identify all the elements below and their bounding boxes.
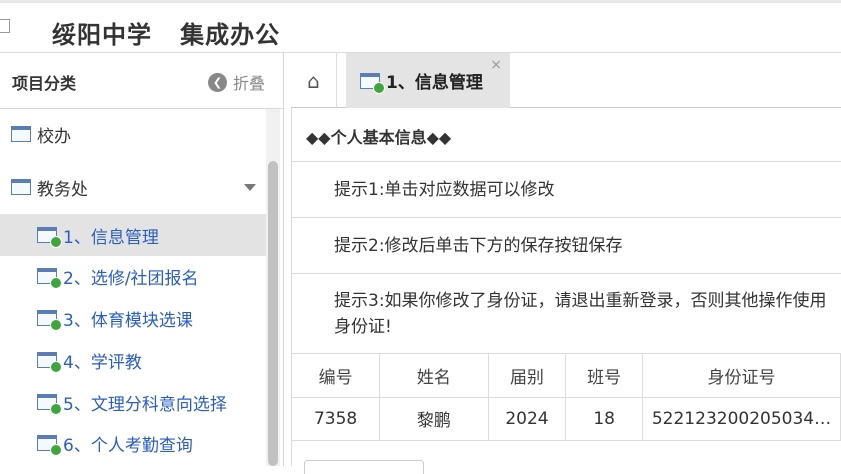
sidebar-item-attendance[interactable]: 6、个人考勤查询: [0, 422, 268, 464]
cell-id[interactable]: 7358: [292, 397, 381, 441]
top-header: 绥阳中学 集成办公: [0, 0, 841, 53]
window-add-icon: [37, 352, 62, 373]
tip-3-line-2: 身份证!: [334, 317, 392, 337]
cell-name[interactable]: 黎鹏: [379, 397, 489, 441]
home-icon: ⌂: [307, 68, 320, 93]
caret-down-icon: [244, 184, 256, 191]
tip-2: 提示2:修改后单击下方的保存按钮保存: [292, 218, 841, 274]
chevron-left-icon: ❮: [208, 72, 227, 92]
tab-label: 1、信息管理: [386, 73, 483, 93]
tab-info-management[interactable]: 1、信息管理 ×: [346, 53, 510, 108]
window-add-icon: [37, 435, 62, 456]
sidebar-header: 项目分类 ❮ 折叠: [0, 53, 284, 109]
sidebar-item-label: 3、体育模块选课: [63, 310, 193, 331]
section-title: ◆◆个人基本信息◆◆: [292, 108, 841, 162]
tab-bar: ⌂ 1、信息管理 ×: [291, 53, 841, 108]
collapse-button[interactable]: ❮ 折叠: [208, 70, 265, 94]
sidebar-item-label: 教务处: [37, 179, 88, 200]
table-row: 7358 黎鹏 2024 18 52212320020503​4…: [292, 397, 841, 441]
sidebar-item-label: 2、选修/社团报名: [63, 268, 199, 289]
column-header-id: 编号: [292, 354, 381, 398]
window-icon: [11, 179, 31, 195]
column-header-name: 姓名: [379, 354, 489, 398]
sidebar: 项目分类 ❮ 折叠 校办 教务处 1、信息管理 2、选修/社团报名 3、体育模块…: [0, 53, 284, 466]
column-header-grade: 届别: [488, 354, 567, 398]
cell-class[interactable]: 18: [565, 397, 643, 441]
window-add-icon: [37, 310, 62, 331]
sidebar-item-subject-choice[interactable]: 5、文理分科意向选择: [0, 381, 268, 423]
window-add-icon: [37, 394, 62, 415]
close-icon[interactable]: ×: [490, 57, 502, 73]
window-add-icon: [360, 72, 385, 94]
sidebar-item-jiaowuchu[interactable]: 教务处: [0, 166, 268, 208]
sidebar-scrollbar[interactable]: [266, 109, 280, 466]
column-header-id-card: 身份证号: [642, 354, 841, 398]
header-checkbox[interactable]: [0, 19, 10, 33]
cell-id-card[interactable]: 52212320020503​4…: [642, 397, 841, 441]
sidebar-item-elective-signup[interactable]: 2、选修/社团报名: [0, 255, 268, 297]
collapse-label: 折叠: [233, 74, 266, 93]
sidebar-item-label: 1、信息管理: [63, 227, 159, 248]
sidebar-title: 项目分类: [12, 74, 77, 93]
sidebar-item-teaching-eval[interactable]: 4、学评教: [0, 339, 268, 381]
window-icon: [11, 126, 31, 142]
main-content: ◆◆个人基本信息◆◆ 提示1:单击对应数据可以修改 提示2:修改后单击下方的保存…: [291, 108, 841, 474]
sidebar-item-pe-course[interactable]: 3、体育模块选课: [0, 297, 268, 339]
student-info-table: 编号 姓名 届别 班号 身份证号 7358 黎鹏 2024 18 5221232…: [292, 354, 841, 441]
tip-1: 提示1:单击对应数据可以修改: [292, 162, 841, 218]
save-button-partial[interactable]: [304, 460, 424, 474]
window-add-icon: [37, 268, 62, 289]
column-header-class: 班号: [565, 354, 643, 398]
cell-grade[interactable]: 2024: [488, 397, 567, 441]
sidebar-item-info-management[interactable]: 1、信息管理: [0, 214, 268, 256]
sidebar-item-label: 5、文理分科意向选择: [63, 394, 227, 415]
sidebar-item-label: 6、个人考勤查询: [63, 435, 193, 456]
sidebar-item-label: 4、学评教: [63, 352, 142, 373]
tip-3: 提示3:如果你修改了身份证，请退出重新登录，否则其他操作使用 身份证!: [292, 274, 841, 354]
tab-home[interactable]: ⌂: [291, 53, 337, 108]
sidebar-item-label: 校办: [37, 126, 71, 147]
tip-3-line-1: 提示3:如果你修改了身份证，请退出重新登录，否则其他操作使用: [334, 291, 827, 311]
table-header-row: 编号 姓名 届别 班号 身份证号: [292, 354, 841, 398]
app-title: 绥阳中学 集成办公: [52, 21, 281, 49]
window-add-icon: [37, 227, 62, 248]
scrollbar-thumb[interactable]: [268, 161, 278, 466]
sidebar-item-xiaoban[interactable]: 校办: [0, 113, 268, 155]
